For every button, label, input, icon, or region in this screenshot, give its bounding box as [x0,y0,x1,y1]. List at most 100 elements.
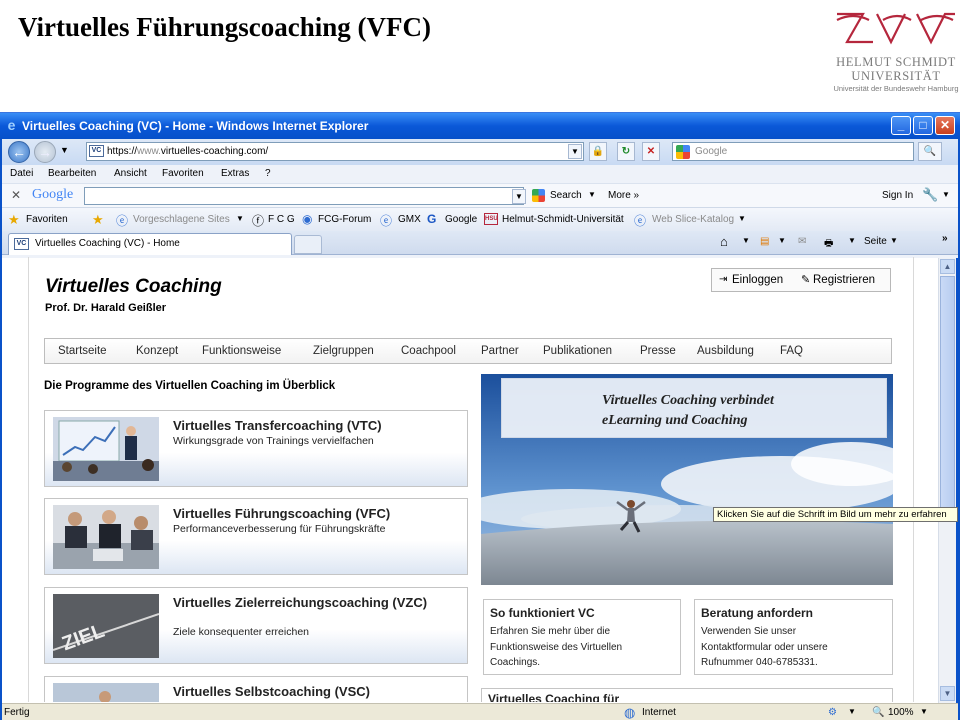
google-sign-in[interactable]: Sign In [882,190,913,201]
box2-title[interactable]: Beratung anfordern [701,606,813,620]
program-title-vzc[interactable]: Virtuelles Zielerreichungscoaching (VZC) [173,595,463,610]
add-favorite-icon[interactable]: ★ [92,212,104,228]
program-card-vtc[interactable]: Virtuelles Transfercoaching (VTC) Wirkun… [44,410,468,487]
zoom-icon[interactable]: 🔍 [872,707,884,718]
nav-faq[interactable]: FAQ [780,345,803,357]
mail-icon[interactable]: ✉ [798,236,806,247]
box1-title[interactable]: So funktioniert VC [490,606,595,620]
maximize-button[interactable]: □ [913,116,933,135]
menu-datei[interactable]: Datei [10,168,33,179]
search-button-icon[interactable]: 🔍 [918,142,942,161]
nav-startseite[interactable]: Startseite [58,345,107,357]
stop-icon[interactable]: ✕ [642,142,660,161]
page-menu-dropdown-icon[interactable]: ▼ [890,236,898,245]
scroll-up-icon[interactable]: ▲ [940,259,955,274]
fav-fcg[interactable]: F C G [268,214,295,225]
fav-web-slice[interactable]: Web Slice-Katalog [652,214,734,225]
favorites-bar: ★ Favoriten ★ ⓔ Vorgeschlagene Sites ▼ ⓕ… [2,207,958,231]
nav-publikationen[interactable]: Publikationen [543,345,612,357]
protected-mode-icon[interactable]: ⚙ [828,707,837,718]
feeds-dropdown-icon[interactable]: ▼ [778,236,786,245]
home-icon[interactable]: ⌂ [720,234,728,249]
menu-ansicht[interactable]: Ansicht [114,168,147,179]
box2-line-3: Rufnummer 040-6785331. [701,657,818,668]
info-box-coaching-fuer[interactable]: Virtuelles Coaching für [481,688,893,702]
nav-konzept[interactable]: Konzept [136,345,178,357]
auth-box: ⇥ Einloggen ✎ Registrieren [711,268,891,292]
wrench-icon[interactable]: 🔧 [922,187,938,203]
fav-google[interactable]: Google [445,214,477,225]
toolbar-close-icon[interactable]: ✕ [11,188,21,202]
google-logo: Google [32,187,73,203]
menu-extras[interactable]: Extras [221,168,249,179]
history-dropdown-icon[interactable]: ▼ [60,145,69,155]
tab-virtuelles-coaching[interactable]: VC Virtuelles Coaching (VC) - Home [8,233,292,255]
hero-image[interactable]: Virtuelles Coaching verbindet eLearning … [481,374,893,585]
hero-line-2[interactable]: eLearning und Coaching [602,413,747,429]
address-bar[interactable]: VC https://www.virtuelles-coaching.com/ [86,142,584,161]
google-search-button[interactable]: Search [550,190,582,201]
nav-presse[interactable]: Presse [640,345,676,357]
menu-bearbeiten[interactable]: Bearbeiten [48,168,96,179]
back-button[interactable]: ← [8,141,30,163]
scroll-thumb[interactable] [940,276,955,516]
menu-favoriten[interactable]: Favoriten [162,168,204,179]
page-menu[interactable]: Seite [864,236,887,247]
program-title-vtc[interactable]: Virtuelles Transfercoaching (VTC) [173,418,463,433]
program-card-vzc[interactable]: ZIEL Virtuelles Zielerreichungscoaching … [44,587,468,664]
status-zoom[interactable]: 100% [888,707,914,718]
search-dropdown-icon[interactable]: ▼ [588,190,596,199]
nav-coachpool[interactable]: Coachpool [401,345,456,357]
login-icon[interactable]: ⇥ [719,269,727,291]
feeds-icon[interactable]: ▤ [760,236,769,247]
nav-ausbildung[interactable]: Ausbildung [697,345,754,357]
wrench-dropdown-icon[interactable]: ▼ [942,190,950,199]
toolbar-overflow-icon[interactable]: » [942,233,948,244]
program-card-vsc[interactable]: Virtuelles Selbstcoaching (VSC) [44,676,468,702]
web-slice-dropdown-icon[interactable]: ▼ [738,214,746,223]
print-icon[interactable]: 🖶 [824,236,833,253]
fav-fcg-forum[interactable]: FCG-Forum [318,214,371,225]
menu-help[interactable]: ? [265,168,271,179]
new-tab-button[interactable] [294,235,322,254]
zoom-dropdown-icon[interactable]: ▼ [920,707,928,716]
window-title: Virtuelles Coaching (VC) - Home - Window… [22,119,369,133]
program-image-vsc [53,683,159,702]
program-title-vsc[interactable]: Virtuelles Selbstcoaching (VSC) [173,684,463,699]
hero-banner[interactable]: Virtuelles Coaching verbindet eLearning … [501,378,887,438]
refresh-icon[interactable]: ↻ [617,142,635,161]
protected-dropdown-icon[interactable]: ▼ [848,707,856,716]
google-input-dropdown-icon[interactable]: ▼ [512,189,526,204]
google-more-button[interactable]: More » [608,190,639,201]
register-link[interactable]: Registrieren [813,269,875,291]
suggested-dropdown-icon[interactable]: ▼ [236,214,244,223]
program-card-vfc[interactable]: Virtuelles Führungscoaching (VFC) Perfor… [44,498,468,575]
nav-zielgruppen[interactable]: Zielgruppen [313,345,374,357]
program-title-vfc[interactable]: Virtuelles Führungscoaching (VFC) [173,506,463,521]
forward-button[interactable]: → [34,141,56,163]
favorites-label[interactable]: Favoriten [26,214,68,225]
close-window-button[interactable]: ✕ [935,116,955,135]
scroll-down-icon[interactable]: ▼ [940,686,955,701]
box3-title[interactable]: Virtuelles Coaching für [488,692,619,702]
window-titlebar[interactable]: e Virtuelles Coaching (VC) - Home - Wind… [0,113,960,139]
info-box-so-funktioniert[interactable]: So funktioniert VC Erfahren Sie mehr übe… [483,599,681,675]
login-link[interactable]: Einloggen [732,269,783,291]
minimize-button[interactable]: _ [891,116,911,135]
info-box-beratung[interactable]: Beratung anfordern Verwenden Sie unser K… [694,599,893,675]
nav-partner[interactable]: Partner [481,345,519,357]
google-toolbar-input[interactable] [84,187,524,205]
address-dropdown-icon[interactable]: ▼ [568,144,582,159]
search-input[interactable]: Google [672,142,914,161]
fav-hsu[interactable]: Helmut-Schmidt-Universität [502,214,624,225]
register-icon[interactable]: ✎ [801,269,810,291]
site-title[interactable]: Virtuelles Coaching [45,276,222,298]
vertical-scrollbar[interactable]: ▲ ▼ [938,258,956,703]
print-dropdown-icon[interactable]: ▼ [848,236,856,245]
nav-funktionsweise[interactable]: Funktionsweise [202,345,281,357]
home-dropdown-icon[interactable]: ▼ [742,236,750,245]
hero-line-1[interactable]: Virtuelles Coaching verbindet [602,393,774,409]
lock-icon[interactable]: 🔒 [589,142,607,161]
fav-suggested-sites[interactable]: Vorgeschlagene Sites [133,214,230,225]
fav-gmx[interactable]: GMX [398,214,421,225]
